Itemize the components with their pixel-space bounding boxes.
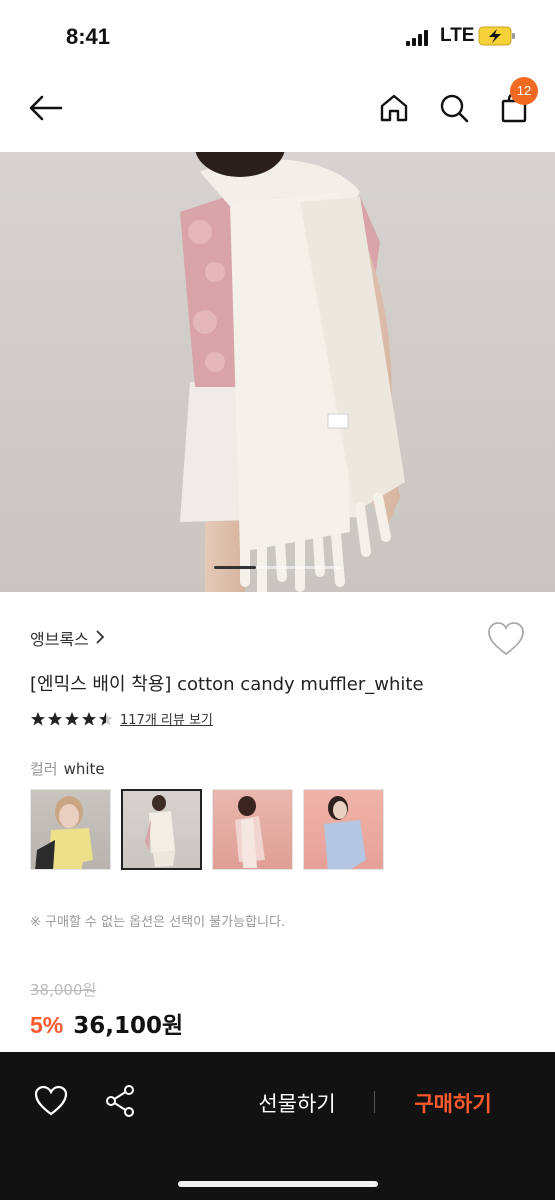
back-arrow-icon[interactable] [28,90,64,126]
original-price: 38,000원 [30,981,97,999]
price-row: 5% 36,100원 [30,1006,183,1040]
share-icon[interactable] [102,1083,138,1119]
swatch-yellow[interactable] [30,789,111,870]
brand-link[interactable]: 앵브록스 [30,626,105,650]
star-icons [31,711,113,725]
review-link[interactable]: 117개 리뷰 보기 [120,709,213,728]
brand-name: 앵브록스 [30,630,89,649]
option-notice: ※ 구매할 수 없는 옵션은 선택이 불가능합니다. [30,915,286,930]
bottom-divider [374,1091,375,1113]
swatch-white[interactable] [121,789,202,870]
star-rating [30,711,114,727]
gift-button[interactable]: 선물하기 [240,1086,354,1120]
cart-count-badge: 12 [510,77,538,105]
status-bar: 8:41 LTE [0,0,555,72]
bottom-action-bar [0,1052,555,1200]
image-pager-indicator [214,566,256,569]
model-wearing-scarf-illustration [180,152,405,592]
network-label: LTE [440,25,475,46]
wishlist-heart-icon[interactable] [486,620,526,660]
color-swatches [30,789,384,870]
home-icon[interactable] [376,90,412,126]
product-image[interactable] [0,152,555,592]
swatch-pink[interactable] [212,789,293,870]
status-time: 8:41 [66,24,111,49]
search-icon[interactable] [436,90,472,126]
buy-button[interactable]: 구매하기 [396,1086,510,1120]
product-title: [엔믹스 배이 착용] cotton candy muffler_white [30,674,424,695]
battery-charging-icon [478,26,515,46]
top-nav-bar [0,72,555,152]
swatch-blue[interactable] [303,789,384,870]
discount-rate: 5% [30,1012,64,1038]
chevron-right-icon [95,629,105,648]
sale-price: 36,100원 [73,1013,184,1039]
color-label: 컬러 [30,760,58,778]
color-option-label: 컬러 white [30,758,105,779]
selected-color-value: white [63,760,105,778]
signal-icon [406,30,430,46]
rating-row: 117개 리뷰 보기 [30,709,213,728]
home-indicator [178,1181,378,1187]
heart-icon[interactable] [33,1083,69,1119]
